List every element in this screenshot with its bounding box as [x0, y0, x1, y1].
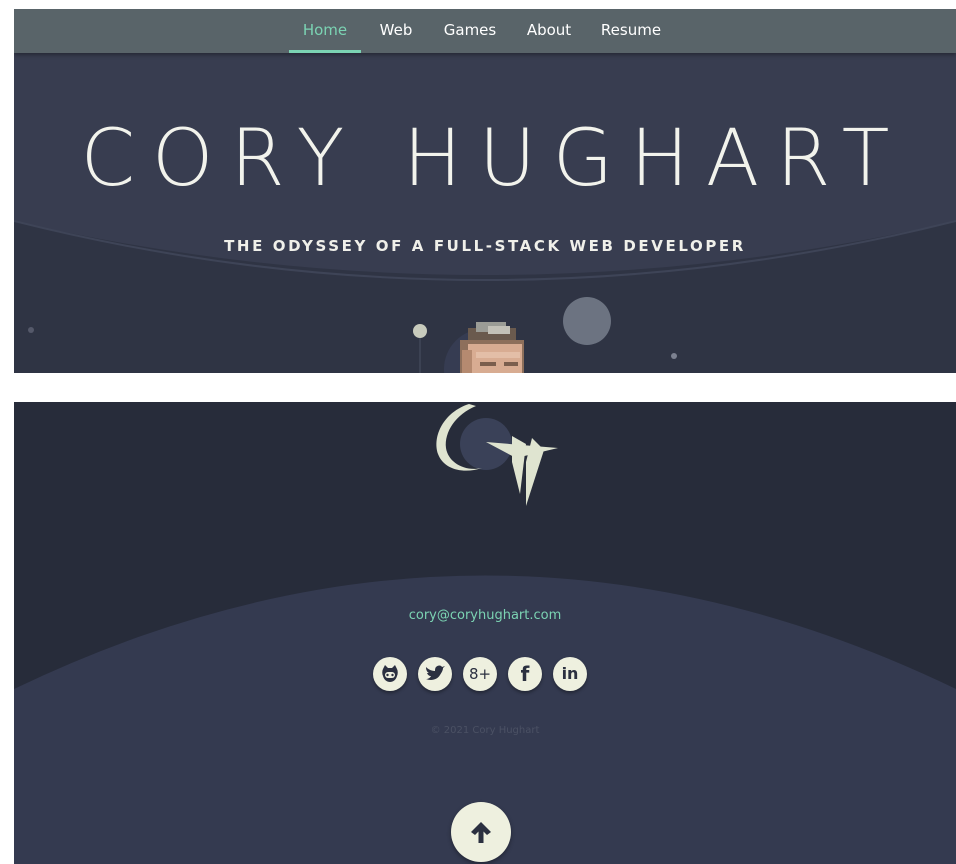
- footer-section: cory@coryhughart.com 8+ f in © 2021 Cory…: [14, 402, 956, 864]
- nav-about[interactable]: About: [523, 9, 575, 53]
- nav-games[interactable]: Games: [441, 9, 499, 53]
- contact-email-link[interactable]: cory@coryhughart.com: [14, 608, 956, 623]
- hero-section: Home Web Games About Resume CORY HUGHART…: [14, 9, 956, 373]
- small-moon: [413, 324, 427, 338]
- github-icon[interactable]: [373, 657, 407, 691]
- star-dot: [671, 353, 677, 359]
- google-plus-glyph: 8+: [468, 665, 492, 683]
- nav-home[interactable]: Home: [289, 9, 361, 53]
- back-to-top-button[interactable]: [451, 802, 511, 862]
- social-links: 8+ f in: [373, 657, 603, 693]
- hero-title: CORY HUGHART: [80, 114, 907, 204]
- facebook-icon[interactable]: f: [508, 657, 542, 691]
- star-dot: [28, 327, 34, 333]
- twitter-icon[interactable]: [418, 657, 452, 691]
- facebook-glyph: f: [520, 662, 530, 686]
- copyright-text: © 2021 Cory Hughart: [430, 725, 540, 736]
- nav-resume[interactable]: Resume: [599, 9, 663, 53]
- footer-background: [14, 402, 956, 864]
- hero-subtitle: THE ODYSSEY OF A FULL-STACK WEB DEVELOPE…: [224, 237, 746, 255]
- linkedin-glyph: in: [561, 664, 579, 683]
- google-plus-icon[interactable]: 8+: [463, 657, 497, 691]
- arrow-up-icon: [471, 822, 491, 843]
- planet-circle: [563, 297, 611, 345]
- pixel-avatar: [460, 322, 524, 373]
- nav-web[interactable]: Web: [374, 9, 418, 53]
- top-navbar: Home Web Games About Resume: [14, 9, 956, 53]
- linkedin-icon[interactable]: in: [553, 657, 587, 691]
